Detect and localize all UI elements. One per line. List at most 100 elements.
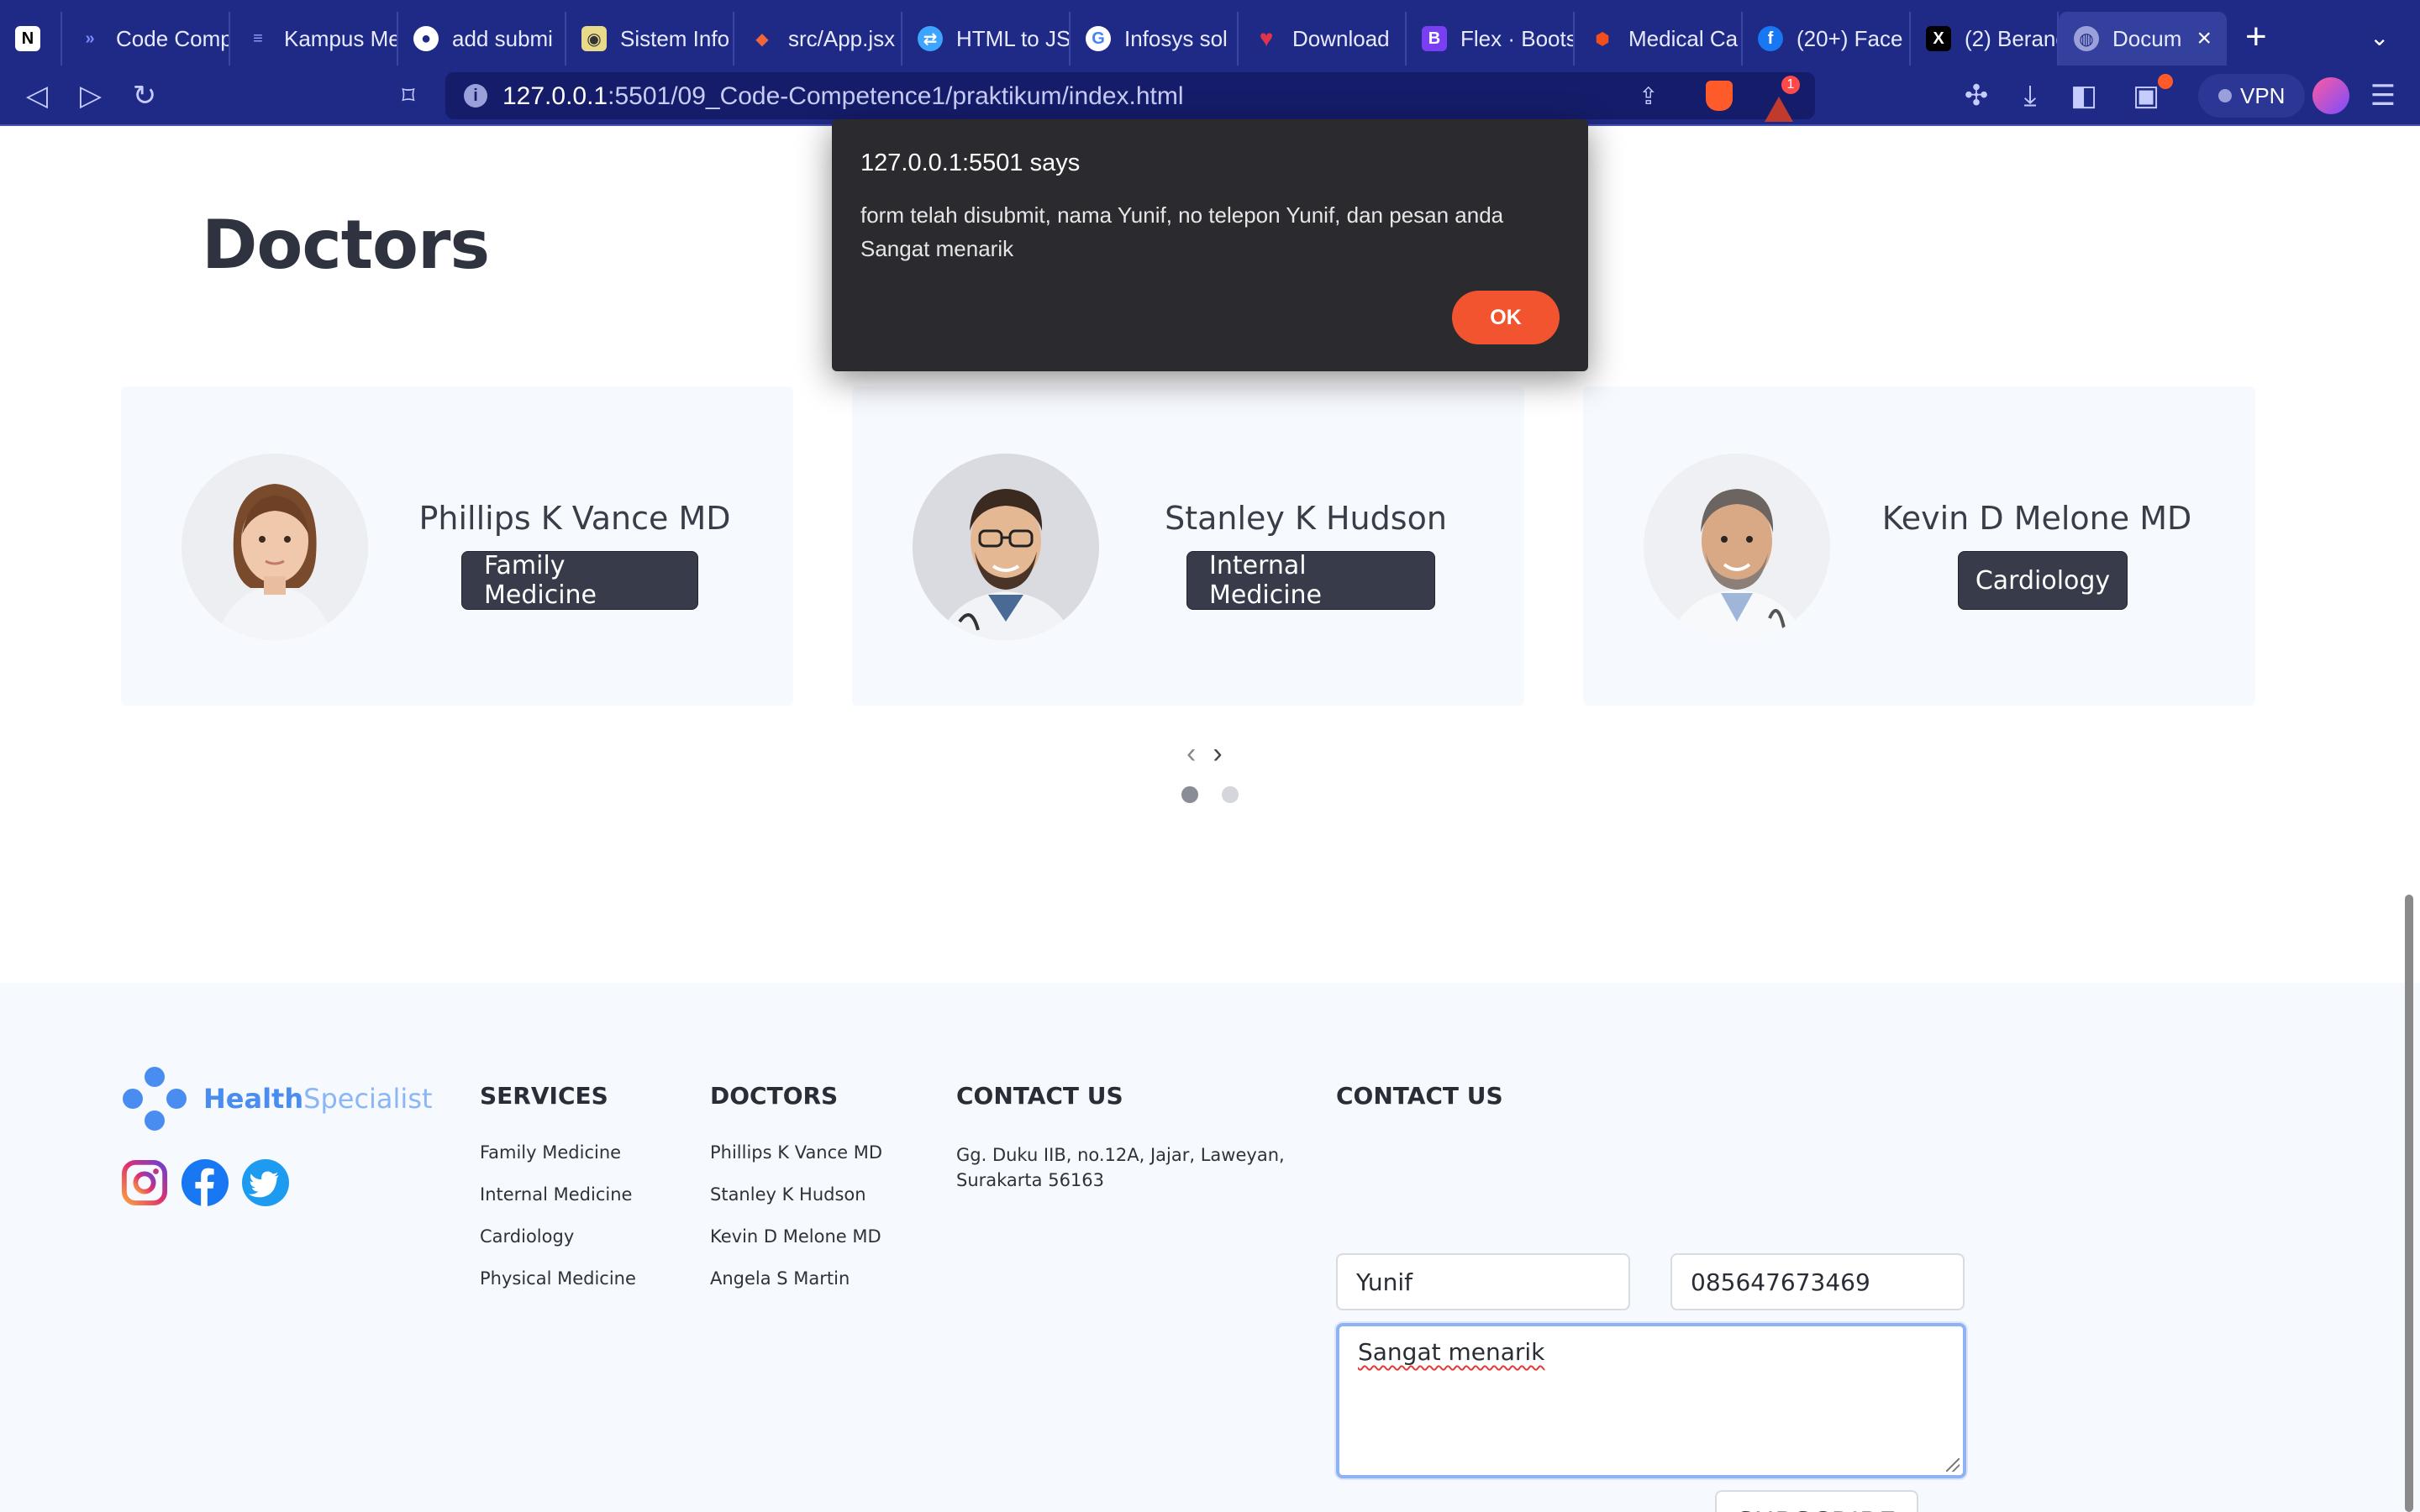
doctor-link[interactable]: Phillips K Vance MD	[710, 1142, 882, 1184]
doctor-name: Kevin D Melone MD	[1881, 500, 2192, 537]
tab-kampus-merdeka[interactable]: ≡ Kampus Me	[230, 12, 398, 66]
doctor-name: Phillips K Vance MD	[418, 500, 731, 537]
specialty-badge[interactable]: Family Medicine	[461, 551, 698, 610]
doctor-card: Kevin D Melone MD Cardiology	[1583, 386, 2255, 706]
tab-title: Code Comp	[116, 25, 230, 51]
bookmark-icon[interactable]: ⌑	[390, 77, 427, 114]
page-scrollbar[interactable]	[2405, 895, 2413, 1512]
carousel-dot-2[interactable]	[1222, 786, 1239, 803]
chevron-down-icon[interactable]: ⌄	[2370, 24, 2389, 51]
kampus-merdeka-icon: ≡	[253, 29, 263, 48]
tab-notion[interactable]: N	[0, 12, 62, 66]
tab-github[interactable]: ● add submi	[398, 12, 566, 66]
tab-title: Docum	[2112, 25, 2182, 51]
tab-bootstrap-flex[interactable]: B Flex · Boots	[1407, 12, 1575, 66]
gitlab-icon: ◆	[755, 29, 769, 49]
sidebar-icon[interactable]: ◧	[2065, 77, 2102, 114]
resize-handle[interactable]	[1946, 1458, 1960, 1472]
url-host: 127.0.0.1	[502, 82, 608, 110]
tab-title: src/App.jsx	[788, 25, 896, 51]
x-icon: X	[1926, 26, 1951, 51]
ok-button[interactable]: OK	[1452, 291, 1560, 344]
tab-title: Infosys sol	[1124, 25, 1228, 51]
service-link[interactable]: Physical Medicine	[480, 1268, 636, 1310]
close-tab-icon[interactable]: ×	[2196, 24, 2212, 53]
github-icon: ●	[413, 26, 439, 51]
tab-app-jsx[interactable]: ◆ src/App.jsx	[734, 12, 902, 66]
carousel-controls: ‹ ›	[1186, 738, 1223, 770]
doctor-photo	[913, 454, 1099, 640]
bootstrap-icon: B	[1422, 26, 1447, 51]
phone-input[interactable]: 085647673469	[1670, 1253, 1965, 1310]
wallet-notification-dot	[2158, 74, 2173, 89]
tab-x-beranda[interactable]: X (2) Beranda	[1911, 12, 2059, 66]
dialog-message: form telah disubmit, nama Yunif, no tele…	[860, 202, 1504, 261]
carousel-next-button[interactable]: ›	[1213, 738, 1222, 770]
doctor-card: Stanley K Hudson Internal Medicine	[852, 386, 1524, 706]
logo-text-bold: Health	[203, 1083, 304, 1115]
forward-icon[interactable]: ▷	[72, 77, 109, 114]
doctor-link[interactable]: Kevin D Melone MD	[710, 1226, 882, 1268]
reload-icon[interactable]: ↻	[126, 77, 163, 114]
tab-figma[interactable]: ⬢ Medical Ca	[1575, 12, 1743, 66]
brave-rewards-icon[interactable]: 1	[1765, 76, 1800, 122]
tab-infosys[interactable]: G Infosys sol	[1071, 12, 1239, 66]
notion-icon: N	[15, 26, 40, 51]
carousel-indicators	[1181, 786, 1239, 803]
specialty-badge[interactable]: Cardiology	[1958, 551, 2128, 610]
doctor-link[interactable]: Angela S Martin	[710, 1268, 882, 1310]
name-input[interactable]: Yunif	[1336, 1253, 1630, 1310]
vpn-status-icon	[2218, 89, 2232, 102]
browser-toolbar: ◁ ▷ ↻ ⌑ i 127.0.0.1:5501/09_Code-Compete…	[0, 66, 2420, 126]
footer: HealthSpecialist SERVICES Family Medicin…	[0, 983, 2420, 1512]
message-textarea[interactable]: Sangat menarik	[1336, 1323, 1966, 1478]
share-icon[interactable]: ⇪	[1639, 82, 1658, 110]
tab-title: Download	[1292, 25, 1390, 51]
code-competence-icon: »	[85, 29, 95, 48]
site-info-icon[interactable]: i	[464, 84, 487, 108]
tab-html-to-js[interactable]: ⇄ HTML to JS	[902, 12, 1071, 66]
heart-icon: ♥	[1259, 25, 1274, 51]
doctor-name: Stanley K Hudson	[1165, 500, 1447, 537]
service-link[interactable]: Family Medicine	[480, 1142, 636, 1184]
tab-sistem-info[interactable]: ◉ Sistem Info	[566, 12, 734, 66]
tab-code-competence[interactable]: » Code Comp	[62, 12, 230, 66]
doctor-link[interactable]: Stanley K Hudson	[710, 1184, 882, 1226]
browser-tab-bar: N » Code Comp ≡ Kampus Me ● add submi ◉ …	[0, 0, 2420, 76]
address-bar[interactable]: i 127.0.0.1:5501/09_Code-Competence1/pra…	[445, 72, 1815, 122]
sistem-info-icon: ◉	[581, 26, 607, 51]
rewards-count: 1	[1781, 76, 1800, 94]
carousel-dot-1[interactable]	[1181, 786, 1198, 803]
converter-icon: ⇄	[918, 26, 943, 51]
facebook-icon[interactable]	[182, 1159, 229, 1206]
dialog-title: 127.0.0.1:5501 says	[860, 150, 1081, 176]
twitter-icon[interactable]	[242, 1159, 289, 1206]
subscribe-button[interactable]: SUBSCRIBE	[1715, 1490, 1918, 1512]
services-heading: SERVICES	[480, 1082, 608, 1110]
instagram-icon[interactable]	[121, 1159, 168, 1206]
menu-icon[interactable]: ☰	[2365, 77, 2402, 114]
carousel-prev-button[interactable]: ‹	[1186, 738, 1196, 770]
specialty-badge[interactable]: Internal Medicine	[1186, 551, 1435, 610]
service-link[interactable]: Cardiology	[480, 1226, 636, 1268]
logo-icon	[123, 1067, 187, 1131]
doctors-footer-heading: DOCTORS	[710, 1082, 839, 1110]
vpn-button[interactable]: VPN	[2198, 74, 2306, 118]
tab-document-active[interactable]: ◍ Docum ×	[2059, 12, 2227, 66]
logo[interactable]: HealthSpecialist	[121, 1067, 433, 1131]
tab-facebook[interactable]: f (20+) Face	[1743, 12, 1911, 66]
url-path: :5501/09_Code-Competence1/praktikum/inde…	[608, 82, 1184, 110]
profile-avatar[interactable]	[2312, 77, 2349, 114]
alert-dialog: 127.0.0.1:5501 says form telah disubmit,…	[832, 119, 1588, 371]
brave-shields-icon[interactable]	[1706, 81, 1733, 111]
doctor-card: Phillips K Vance MD Family Medicine	[121, 386, 793, 706]
service-link[interactable]: Internal Medicine	[480, 1184, 636, 1226]
download-icon[interactable]: ⤓	[2012, 77, 2049, 114]
new-tab-button[interactable]: +	[2245, 18, 2267, 55]
contact-form-heading: CONTACT US	[1336, 1082, 1503, 1110]
extensions-icon[interactable]: ✣	[1958, 77, 1995, 114]
url-text[interactable]: 127.0.0.1:5501/09_Code-Competence1/prakt…	[502, 82, 1184, 111]
tab-download[interactable]: ♥ Download	[1239, 12, 1407, 66]
back-icon[interactable]: ◁	[18, 77, 55, 114]
message-text: Sangat menarik	[1358, 1338, 1545, 1366]
